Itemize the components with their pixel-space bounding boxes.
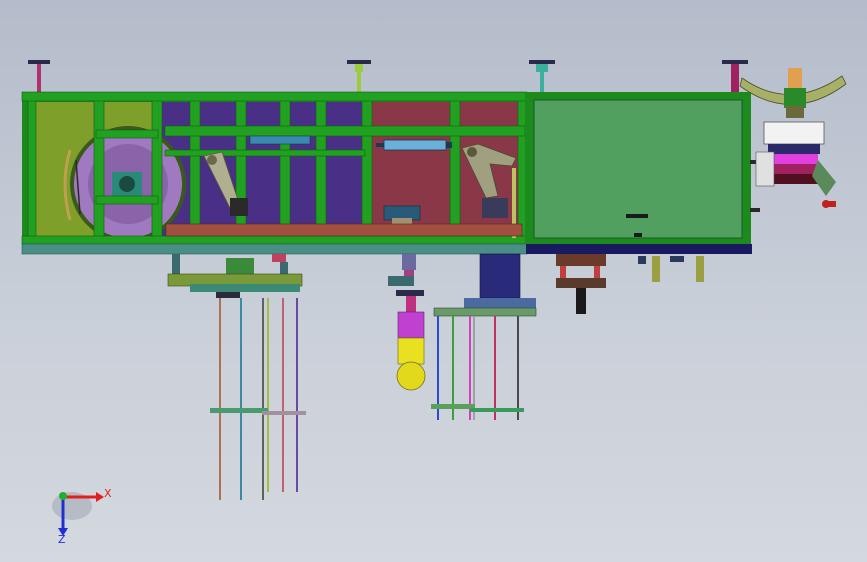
cylinder-upper-right	[376, 139, 452, 151]
mount-foot-3	[529, 60, 555, 92]
hopper-motor-assembly	[739, 68, 847, 208]
coordinate-triad[interactable]: X Z	[52, 487, 112, 546]
x-axis-label: X	[104, 487, 112, 500]
mount-foot-1	[28, 60, 50, 92]
cad-model-view: X Z	[21, 60, 847, 546]
cylinder-upper-middle	[249, 135, 311, 145]
z-axis-label: Z	[58, 533, 66, 546]
cabinet-bottom-clamp	[556, 254, 606, 314]
right-cabinet	[525, 92, 760, 254]
cabinet-legs	[638, 256, 704, 282]
top-mounting-feet	[28, 60, 748, 92]
center-spindle-assembly	[388, 254, 426, 391]
y-axis-point	[59, 492, 67, 500]
right-hanging-assembly	[431, 253, 537, 420]
cabinet-handle	[626, 214, 648, 218]
left-hanging-assembly	[167, 254, 306, 500]
mount-foot-2	[347, 60, 371, 92]
cad-viewport[interactable]: X Z	[0, 0, 867, 562]
